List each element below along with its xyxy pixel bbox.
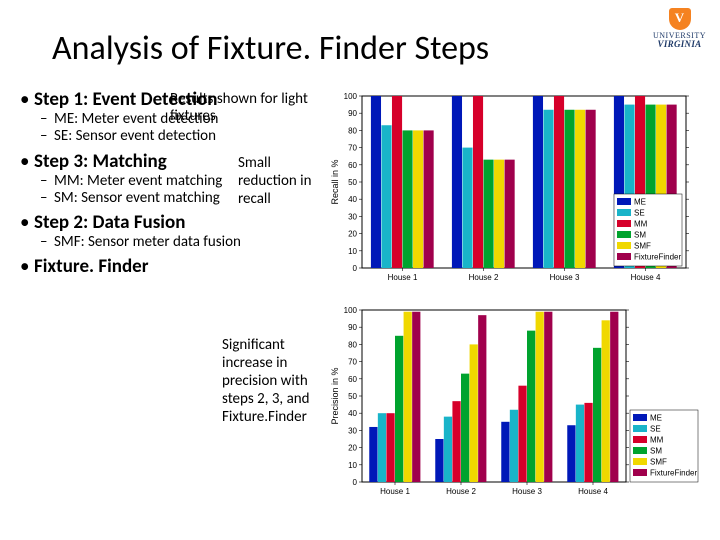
step2-title: Step 2: Data Fusion	[18, 211, 278, 234]
svg-text:House 2: House 2	[446, 487, 476, 496]
step1-title: Step 1: Event Detection	[18, 88, 278, 111]
svg-text:SE: SE	[634, 209, 645, 218]
slide-title: Analysis of Fixture. Finder Steps	[0, 0, 720, 69]
svg-text:60: 60	[348, 161, 357, 170]
svg-text:SM: SM	[650, 447, 662, 456]
note-precision: Significant increase in precision with s…	[222, 336, 332, 426]
step2-smf: SMF: Sensor meter data fusion	[18, 234, 278, 251]
step1-me: ME: Meter event detection	[18, 111, 278, 128]
svg-text:100: 100	[344, 92, 358, 101]
svg-text:0: 0	[353, 478, 358, 487]
svg-text:30: 30	[348, 426, 357, 435]
svg-text:80: 80	[348, 126, 357, 135]
svg-text:100: 100	[344, 306, 358, 315]
svg-text:90: 90	[348, 323, 357, 332]
svg-text:House 1: House 1	[388, 273, 418, 282]
ff-title: Fixture. Finder	[18, 255, 278, 278]
svg-text:30: 30	[348, 212, 357, 221]
svg-text:40: 40	[348, 409, 357, 418]
svg-text:90: 90	[348, 109, 357, 118]
svg-text:0: 0	[353, 264, 358, 273]
svg-text:50: 50	[348, 392, 357, 401]
university-logo: UNIVERSITY VIRGINIA	[653, 8, 706, 49]
svg-text:House 3: House 3	[512, 487, 542, 496]
svg-text:SMF: SMF	[650, 458, 667, 467]
svg-text:SE: SE	[650, 425, 661, 434]
svg-text:House 4: House 4	[631, 273, 661, 282]
svg-text:House 3: House 3	[550, 273, 580, 282]
svg-text:FixtureFinder: FixtureFinder	[634, 253, 681, 262]
precision-chart: 0 10 20 30 40 50 60 70 80 90 100 Precision in % Hous…	[326, 302, 700, 502]
svg-text:House 2: House 2	[469, 273, 499, 282]
logo-line2: VIRGINIA	[653, 40, 706, 49]
svg-text:SMF: SMF	[634, 242, 651, 251]
svg-text:Precision in %: Precision in %	[330, 367, 340, 424]
svg-text:70: 70	[348, 144, 357, 153]
svg-text:House 1: House 1	[380, 487, 410, 496]
svg-text:SM: SM	[634, 231, 646, 240]
svg-text:MM: MM	[650, 436, 664, 445]
svg-text:40: 40	[348, 195, 357, 204]
slide-content: Results shown for light fixtures Step 1:…	[18, 88, 710, 530]
svg-text:70: 70	[348, 358, 357, 367]
svg-text:ME: ME	[650, 414, 662, 423]
note-recall: Small reduction in recall	[238, 154, 318, 208]
svg-text:60: 60	[348, 375, 357, 384]
recall-chart: 0 10 20 30 40 50 60 70 80 90 100 Recall in % House 1…	[326, 88, 700, 288]
step1-se: SE: Sensor event detection	[18, 128, 278, 145]
svg-text:50: 50	[348, 178, 357, 187]
svg-text:20: 20	[348, 230, 357, 239]
svg-text:ME: ME	[634, 198, 646, 207]
svg-text:80: 80	[348, 340, 357, 349]
svg-text:FixtureFinder: FixtureFinder	[650, 469, 697, 478]
logo-shield-icon	[669, 8, 691, 30]
svg-text:10: 10	[348, 247, 357, 256]
charts-area: 0102030405060708090100Recall in %House 1…	[326, 88, 700, 516]
svg-text:10: 10	[348, 461, 357, 470]
svg-text:House 4: House 4	[578, 487, 608, 496]
svg-text:Recall in %: Recall in %	[330, 159, 340, 204]
svg-text:MM: MM	[634, 220, 648, 229]
svg-text:20: 20	[348, 444, 357, 453]
